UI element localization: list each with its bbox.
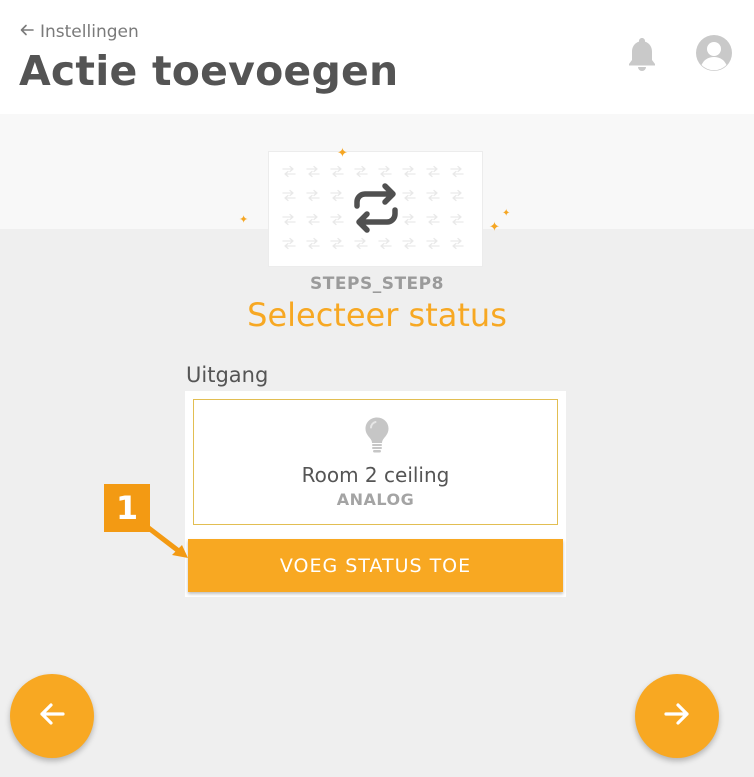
step-illustration [268, 151, 483, 267]
back-link-label: Instellingen [40, 22, 139, 42]
arrow-left-icon [37, 699, 67, 733]
annotation-arrow [143, 523, 188, 558]
arrow-left-icon [20, 22, 34, 42]
bell-icon[interactable] [626, 36, 658, 72]
next-step-button[interactable] [635, 674, 719, 758]
output-card: Room 2 ceiling ANALOG VOEG STATUS TOE [185, 391, 566, 597]
lightbulb-icon [365, 417, 389, 453]
step-code: STEPS_STEP8 [310, 274, 444, 294]
sparkle-icon: ✦ [489, 220, 500, 235]
sparkle-icon: ✦ [337, 146, 348, 161]
output-name: Room 2 ceiling [301, 463, 450, 487]
user-avatar-icon[interactable] [695, 34, 733, 72]
page-title: Actie toevoegen [19, 47, 399, 95]
output-section-label: Uitgang [186, 363, 269, 387]
sparkle-icon: ✦ [502, 208, 511, 219]
sparkle-icon: ✦ [239, 213, 249, 226]
output-device-tile[interactable]: Room 2 ceiling ANALOG [193, 399, 558, 525]
repeat-icon [353, 183, 399, 233]
output-type: ANALOG [336, 490, 415, 509]
previous-step-button[interactable] [10, 674, 94, 758]
arrow-right-icon [662, 699, 692, 733]
back-link-instellingen[interactable]: Instellingen [20, 22, 139, 42]
add-status-button[interactable]: VOEG STATUS TOE [188, 539, 563, 592]
app-header: Instellingen Actie toevoegen [0, 0, 754, 114]
step-title: Selecteer status [247, 296, 507, 334]
